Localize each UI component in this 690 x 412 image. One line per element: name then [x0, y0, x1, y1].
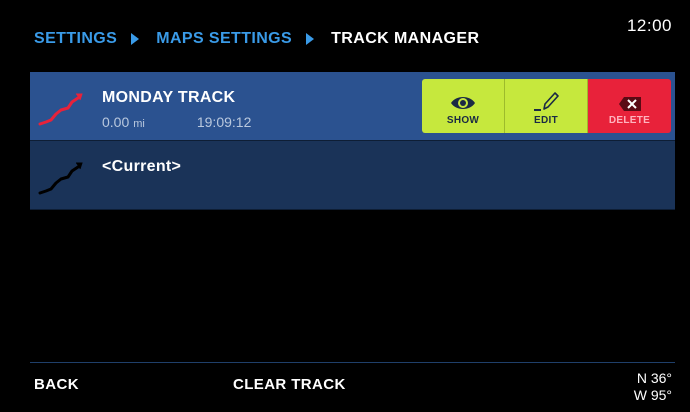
track-duration: 19:09:12 [196, 114, 252, 130]
breadcrumb-track-manager: TRACK MANAGER [331, 30, 480, 47]
breadcrumb: SETTINGS MAPS SETTINGS TRACK MANAGER [34, 30, 479, 48]
show-button[interactable]: SHOW [422, 79, 505, 133]
eye-icon [451, 97, 475, 109]
delete-x-icon [618, 97, 641, 111]
track-name: <Current> [102, 158, 182, 175]
footer-divider [30, 362, 675, 363]
breadcrumb-maps-settings[interactable]: MAPS SETTINGS [156, 30, 292, 48]
track-meta: 0.00 mi 19:09:12 [102, 114, 251, 130]
track-distance: 0.00 [102, 114, 130, 130]
edit-label: EDIT [534, 115, 558, 126]
track-row-current[interactable]: <Current> [30, 141, 675, 210]
track-list: MONDAY TRACK 0.00 mi 19:09:12 SHOW EDIT [30, 72, 675, 210]
show-label: SHOW [446, 115, 480, 126]
edit-button[interactable]: EDIT [505, 79, 588, 133]
coordinates: N 36° W 95° [634, 370, 672, 404]
breadcrumb-settings[interactable]: SETTINGS [34, 30, 117, 48]
track-line-icon [38, 162, 83, 195]
longitude: W 95° [633, 387, 672, 403]
track-row-monday[interactable]: MONDAY TRACK 0.00 mi 19:09:12 SHOW EDIT [30, 72, 675, 141]
back-button[interactable]: BACK [34, 376, 79, 393]
track-name: MONDAY TRACK [102, 89, 236, 106]
track-actions: SHOW EDIT DELETE [422, 79, 671, 133]
track-distance-unit: mi [133, 118, 145, 130]
breadcrumb-separator-icon [306, 33, 315, 45]
delete-label: DELETE [608, 115, 651, 126]
latitude: N 36° [636, 370, 672, 386]
delete-button[interactable]: DELETE [588, 79, 671, 133]
breadcrumb-separator-icon [131, 33, 140, 45]
clear-track-button[interactable]: CLEAR TRACK [233, 376, 346, 393]
clock: 12:00 [626, 16, 672, 35]
track-line-icon [38, 93, 83, 126]
pencil-icon [534, 92, 559, 111]
